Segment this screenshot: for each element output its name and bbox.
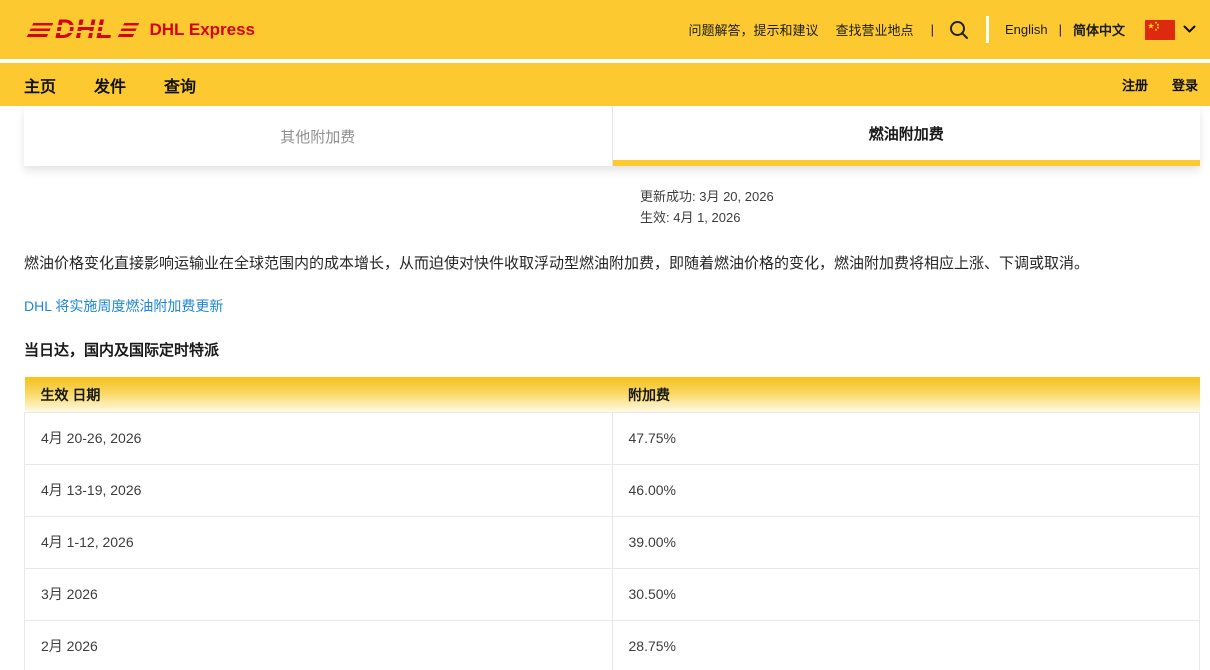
table-body: 4月 20-26, 2026 47.75% 4月 13-19, 2026 46.… [25, 412, 1200, 670]
cell-effective-date: 2月 2026 [25, 620, 613, 670]
account-links: 注册 登录 [1122, 75, 1198, 94]
tab-fuel-surcharge[interactable]: 燃油附加费 [613, 106, 1201, 166]
language-english[interactable]: English [1005, 22, 1048, 37]
update-success-date: 更新成功: 3月 20, 2026 [640, 186, 1210, 207]
intro-paragraph: 燃油价格变化直接影响运输业在全球范围内的成本增长，从而迫使对快件收取浮动型燃油附… [24, 253, 1186, 275]
tab-other-surcharges[interactable]: 其他附加费 [24, 106, 613, 166]
divider: | [1059, 22, 1062, 37]
faq-link[interactable]: 问题解答，提示和建议 [689, 20, 819, 39]
cell-surcharge: 28.75% [612, 620, 1200, 670]
table-row: 4月 13-19, 2026 46.00% [25, 464, 1200, 516]
table-row: 4月 20-26, 2026 47.75% [25, 412, 1200, 464]
dhl-logo[interactable]: DHL DHL Express [30, 16, 255, 43]
dhl-logo-mark: DHL [30, 16, 136, 43]
dhl-logo-left-dashes [27, 23, 54, 37]
register-link[interactable]: 注册 [1122, 75, 1148, 94]
header-utility-links: 问题解答，提示和建议 查找营业地点 | English | 简体中文 [689, 16, 1196, 43]
dhl-logo-text: DHL [55, 16, 116, 43]
brand-name: DHL Express [150, 20, 256, 40]
nav-item-ship[interactable]: 发件 [94, 73, 126, 97]
cell-surcharge: 46.00% [612, 464, 1200, 516]
main-content: 更新成功: 3月 20, 2026 生效: 4月 1, 2026 燃油价格变化直… [0, 186, 1210, 670]
language-chinese[interactable]: 简体中文 [1073, 20, 1125, 39]
table-row: 2月 2026 28.75% [25, 620, 1200, 670]
top-header: DHL DHL Express 问题解答，提示和建议 查找营业地点 | Engl… [0, 0, 1210, 63]
surcharge-tabs: 其他附加费 燃油附加费 [24, 106, 1200, 166]
table-header: 生效 日期 附加费 [25, 378, 1200, 412]
main-nav-links: 主页 发件 查询 [24, 73, 196, 97]
effective-date: 生效: 4月 1, 2026 [640, 207, 1210, 228]
vertical-separator [986, 16, 989, 43]
table-row: 3月 2026 30.50% [25, 568, 1200, 620]
cell-surcharge: 47.75% [612, 412, 1200, 464]
cell-effective-date: 4月 20-26, 2026 [25, 412, 613, 464]
china-flag-icon[interactable] [1145, 20, 1175, 40]
chevron-down-icon[interactable] [1183, 25, 1196, 34]
section-heading: 当日达，国内及国际定时特派 [24, 339, 1186, 360]
cell-effective-date: 3月 2026 [25, 568, 613, 620]
login-link[interactable]: 登录 [1172, 75, 1198, 94]
table-row: 4月 1-12, 2026 39.00% [25, 516, 1200, 568]
cell-surcharge: 30.50% [612, 568, 1200, 620]
cell-surcharge: 39.00% [612, 516, 1200, 568]
update-info: 更新成功: 3月 20, 2026 生效: 4月 1, 2026 [640, 186, 1210, 228]
divider: | [931, 22, 934, 37]
main-nav: 主页 发件 查询 注册 登录 [0, 63, 1210, 106]
cell-effective-date: 4月 1-12, 2026 [25, 516, 613, 568]
find-location-link[interactable]: 查找营业地点 [836, 20, 914, 39]
column-header-effective-date: 生效 日期 [25, 378, 613, 412]
search-icon[interactable] [948, 19, 970, 41]
cell-effective-date: 4月 13-19, 2026 [25, 464, 613, 516]
fuel-surcharge-table: 生效 日期 附加费 4月 20-26, 2026 47.75% 4月 13-19… [24, 377, 1200, 670]
dhl-logo-right-dashes [117, 23, 139, 37]
nav-item-home[interactable]: 主页 [24, 73, 56, 97]
nav-item-track[interactable]: 查询 [164, 73, 196, 97]
column-header-surcharge: 附加费 [612, 378, 1200, 412]
weekly-update-link[interactable]: DHL 将实施周度燃油附加费更新 [24, 296, 223, 316]
